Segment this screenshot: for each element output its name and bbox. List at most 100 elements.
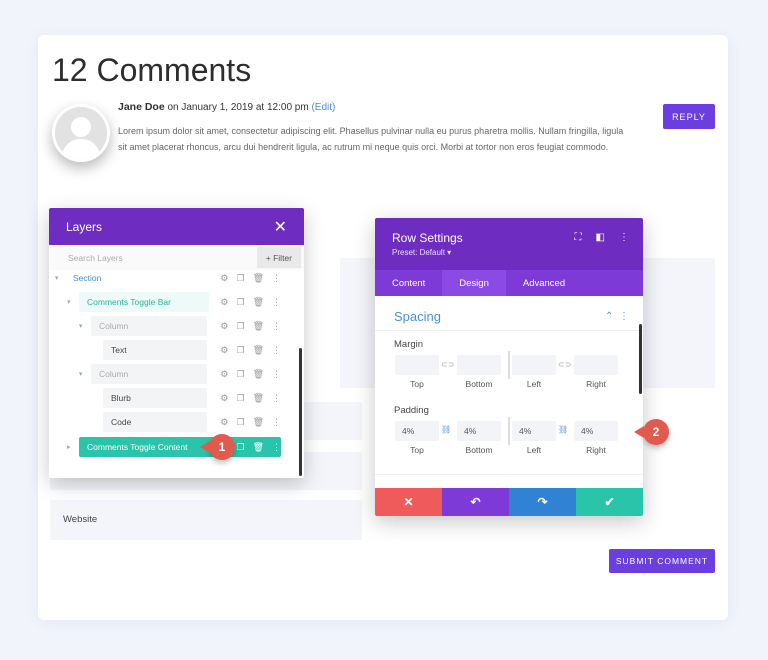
spacing-actions: ⌃ ⋮ [605,311,629,322]
padding-bottom-input[interactable]: 4% [457,421,501,441]
close-icon: ✕ [403,495,414,509]
link-icon[interactable]: ⛓ [441,425,451,434]
more-icon[interactable]: ⋮ [272,273,281,284]
layer-row-blurb[interactable]: Blurb ⚙ ❐ 🗑 ⋮ [49,388,281,408]
more-icon[interactable]: ⋮ [619,311,629,322]
page-title: 12 Comments [52,52,252,88]
more-icon[interactable]: ⋮ [619,232,629,243]
layer-actions: ⚙ ❐ 🗑 ⋮ [220,369,281,380]
layers-title: Layers [66,219,103,234]
link-icon[interactable]: ⊂⊃ [558,360,571,369]
layer-actions: ⚙ ❐ 🗑 ⋮ [220,273,281,284]
redo-button[interactable]: ↷ [509,488,576,516]
layer-row-toggle-content[interactable]: ▸ Comments Toggle Content ⚙❐🗑⋮ [49,437,281,457]
padding-right-caption: Right [586,445,606,455]
callout-badge: 2 [634,419,669,445]
margin-left-input[interactable] [512,355,556,375]
layer-label: Blurb [103,388,207,408]
gear-icon[interactable]: ⚙ [220,417,228,428]
duplicate-icon[interactable]: ❐ [236,369,244,380]
caret-down-icon[interactable]: ▾ [79,370,83,378]
layer-label: Column [91,364,207,384]
padding-left-input[interactable]: 4% [512,421,556,441]
duplicate-icon[interactable]: ❐ [236,345,244,356]
layer-row-column[interactable]: ▾ Column ⚙ ❐ 🗑 ⋮ [49,316,281,336]
chevron-up-icon[interactable]: ⌃ [605,311,613,322]
settings-scrollbar[interactable] [639,324,642,394]
duplicate-icon[interactable]: ❐ [236,273,244,284]
trash-icon[interactable]: 🗑 [253,417,264,428]
caret-down-icon[interactable]: ▾ [67,298,71,306]
layer-row-section[interactable]: ▾ Section ⚙ ❐ 🗑 ⋮ [49,268,281,288]
submit-comment-button[interactable]: SUBMIT COMMENT [609,549,715,573]
layer-actions: ⚙ ❐ 🗑 ⋮ [220,345,281,356]
layer-row-toggle-bar[interactable]: ▾ Comments Toggle Bar ⚙ ❐ 🗑 ⋮ [49,292,281,312]
more-icon[interactable]: ⋮ [272,417,281,428]
comment-header: Jane Doe on January 1, 2019 at 12:00 pm … [118,101,335,113]
layers-scrollbar[interactable] [299,348,302,476]
padding-top-caption: Top [410,445,424,455]
save-button[interactable]: ✔ [576,488,643,516]
cancel-button[interactable]: ✕ [375,488,442,516]
padding-label: Padding [394,405,429,416]
trash-icon[interactable]: 🗑 [253,321,264,332]
gear-icon[interactable]: ⚙ [220,321,228,332]
margin-right-input[interactable] [574,355,618,375]
tab-design[interactable]: Design [442,270,506,296]
spacing-section-title[interactable]: Spacing [394,309,441,324]
trash-icon[interactable]: 🗑 [253,273,264,284]
layer-row-column[interactable]: ▾ Column ⚙ ❐ 🗑 ⋮ [49,364,281,384]
reply-button[interactable]: REPLY [663,104,715,129]
tab-advanced[interactable]: Advanced [506,270,582,296]
caret-right-icon[interactable]: ▸ [67,443,71,451]
more-icon[interactable]: ⋮ [272,345,281,356]
duplicate-icon[interactable]: ❐ [236,442,244,453]
close-icon[interactable]: ✕ [274,217,287,237]
duplicate-icon[interactable]: ❐ [236,393,244,404]
trash-icon[interactable]: 🗑 [253,369,264,380]
trash-icon[interactable]: 🗑 [253,297,264,308]
caret-down-icon[interactable]: ▾ [55,274,59,282]
layer-label: Text [103,340,207,360]
padding-right-input[interactable]: 4% [574,421,618,441]
sidebar-icon[interactable]: ◧ [596,232,605,243]
gear-icon[interactable]: ⚙ [220,393,228,404]
undo-button[interactable]: ↶ [442,488,509,516]
padding-top-input[interactable]: 4% [395,421,439,441]
margin-top-input[interactable] [395,355,439,375]
preset-select[interactable]: Preset: Default ▾ [392,248,626,257]
duplicate-icon[interactable]: ❐ [236,297,244,308]
trash-icon[interactable]: 🗑 [253,345,264,356]
duplicate-icon[interactable]: ❐ [236,321,244,332]
filter-button[interactable]: + Filter [256,247,301,268]
trash-icon[interactable]: 🗑 [253,393,264,404]
link-icon[interactable]: ⊂⊃ [441,360,454,369]
search-layers-input[interactable]: Search Layers [68,253,123,263]
gear-icon[interactable]: ⚙ [220,345,228,356]
more-icon[interactable]: ⋮ [272,369,281,380]
tab-content[interactable]: Content [375,270,442,296]
row-settings-tabs: Content Design Advanced [375,270,643,296]
more-icon[interactable]: ⋮ [272,321,281,332]
gear-icon[interactable]: ⚙ [220,369,228,380]
more-icon[interactable]: ⋮ [272,297,281,308]
gear-icon[interactable]: ⚙ [220,273,228,284]
more-icon[interactable]: ⋮ [272,393,281,404]
link-icon[interactable]: ⛓ [558,425,568,434]
caret-down-icon[interactable]: ▾ [79,322,83,330]
more-icon[interactable]: ⋮ [272,442,281,453]
gear-icon[interactable]: ⚙ [220,297,228,308]
edit-link[interactable]: (Edit) [311,102,335,113]
margin-bottom-caption: Bottom [465,379,493,389]
trash-icon[interactable]: 🗑 [253,442,264,453]
duplicate-icon[interactable]: ❐ [236,417,244,428]
comment-author[interactable]: Jane Doe [118,101,165,113]
margin-right-caption: Right [586,379,606,389]
fullscreen-icon[interactable]: ⛶ [575,232,582,243]
layer-label: Code [103,412,207,432]
layer-row-code[interactable]: Code ⚙ ❐ 🗑 ⋮ [49,412,281,432]
margin-bottom-input[interactable] [457,355,501,375]
layer-label: Section [73,273,102,283]
user-silhouette-icon [55,107,107,159]
layer-row-text[interactable]: Text ⚙ ❐ 🗑 ⋮ [49,340,281,360]
